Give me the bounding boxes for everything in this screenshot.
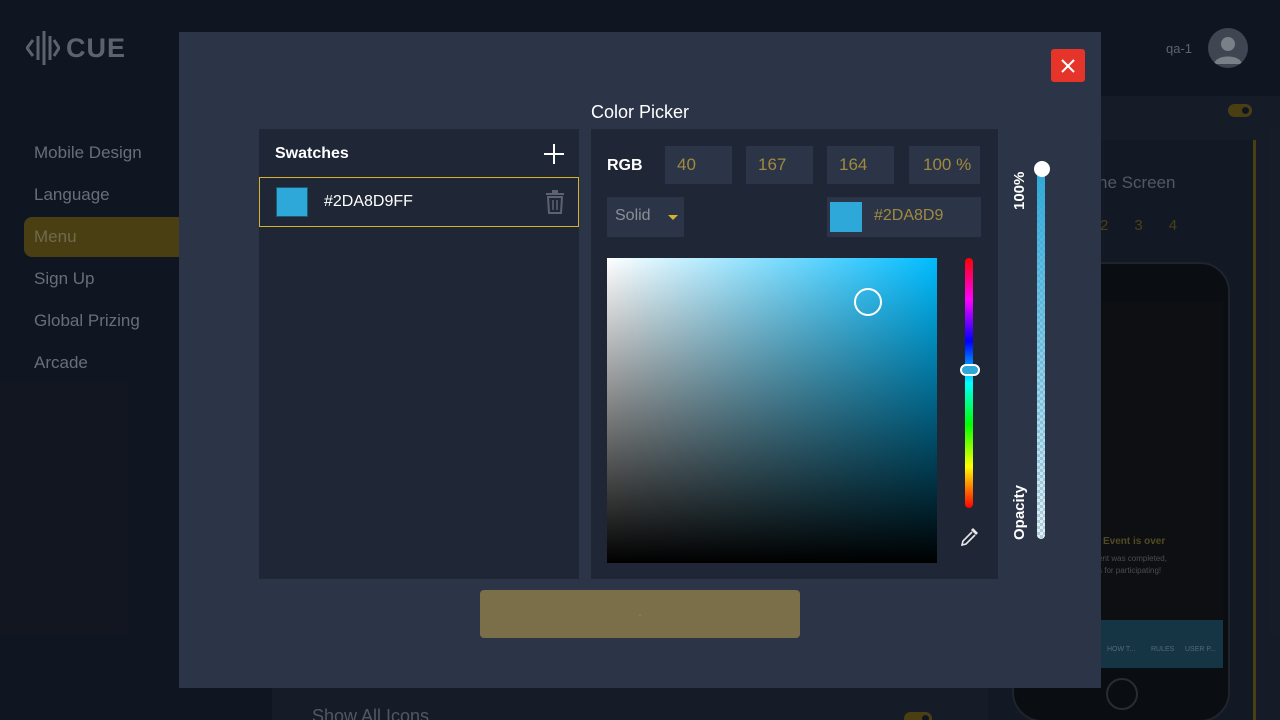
- plus-icon[interactable]: [543, 143, 565, 165]
- hex-input[interactable]: #2DA8D9: [874, 207, 943, 225]
- opacity-title: Opacity: [1011, 484, 1028, 540]
- hue-slider[interactable]: [960, 258, 980, 508]
- opacity-value-label: 100%: [1011, 171, 1028, 210]
- opacity-slider[interactable]: [1037, 169, 1045, 539]
- color-mode-label[interactable]: RGB: [607, 157, 643, 175]
- close-icon: [1061, 58, 1075, 73]
- swatch-item[interactable]: #2DA8D9FF: [259, 177, 579, 227]
- modal-title: Color Picker: [590, 102, 690, 122]
- alpha-input[interactable]: 100 %: [909, 146, 980, 184]
- opacity-handle[interactable]: [1034, 161, 1050, 177]
- swatches-title: Swatches: [275, 145, 349, 162]
- red-input[interactable]: 40: [665, 146, 732, 184]
- swatch-color-chip[interactable]: [276, 187, 308, 217]
- green-input[interactable]: 167: [746, 146, 813, 184]
- close-button[interactable]: [1051, 49, 1085, 82]
- blue-input[interactable]: 164: [827, 146, 894, 184]
- hue-handle[interactable]: [960, 364, 980, 376]
- fill-type-value: Solid: [615, 207, 651, 224]
- picker-panel: RGB 40 167 164 100 % Solid #2DA8D9: [591, 129, 998, 579]
- swatch-hex-label: #2DA8D9FF: [324, 193, 413, 210]
- trash-icon[interactable]: [544, 190, 566, 214]
- eyedropper-icon[interactable]: [959, 525, 981, 547]
- current-color-chip: [830, 202, 862, 232]
- color-picker-modal: Color Picker Swatches #2DA8D9FF RGB 40 1…: [179, 32, 1101, 688]
- swatches-panel: Swatches #2DA8D9FF: [259, 129, 579, 579]
- fill-type-select[interactable]: Solid: [607, 197, 684, 237]
- caret-down-icon: [668, 215, 678, 220]
- hex-field[interactable]: #2DA8D9: [827, 197, 981, 237]
- apply-button[interactable]: .: [480, 590, 800, 638]
- saturation-cursor[interactable]: [854, 288, 882, 316]
- saturation-value-area[interactable]: [607, 258, 937, 563]
